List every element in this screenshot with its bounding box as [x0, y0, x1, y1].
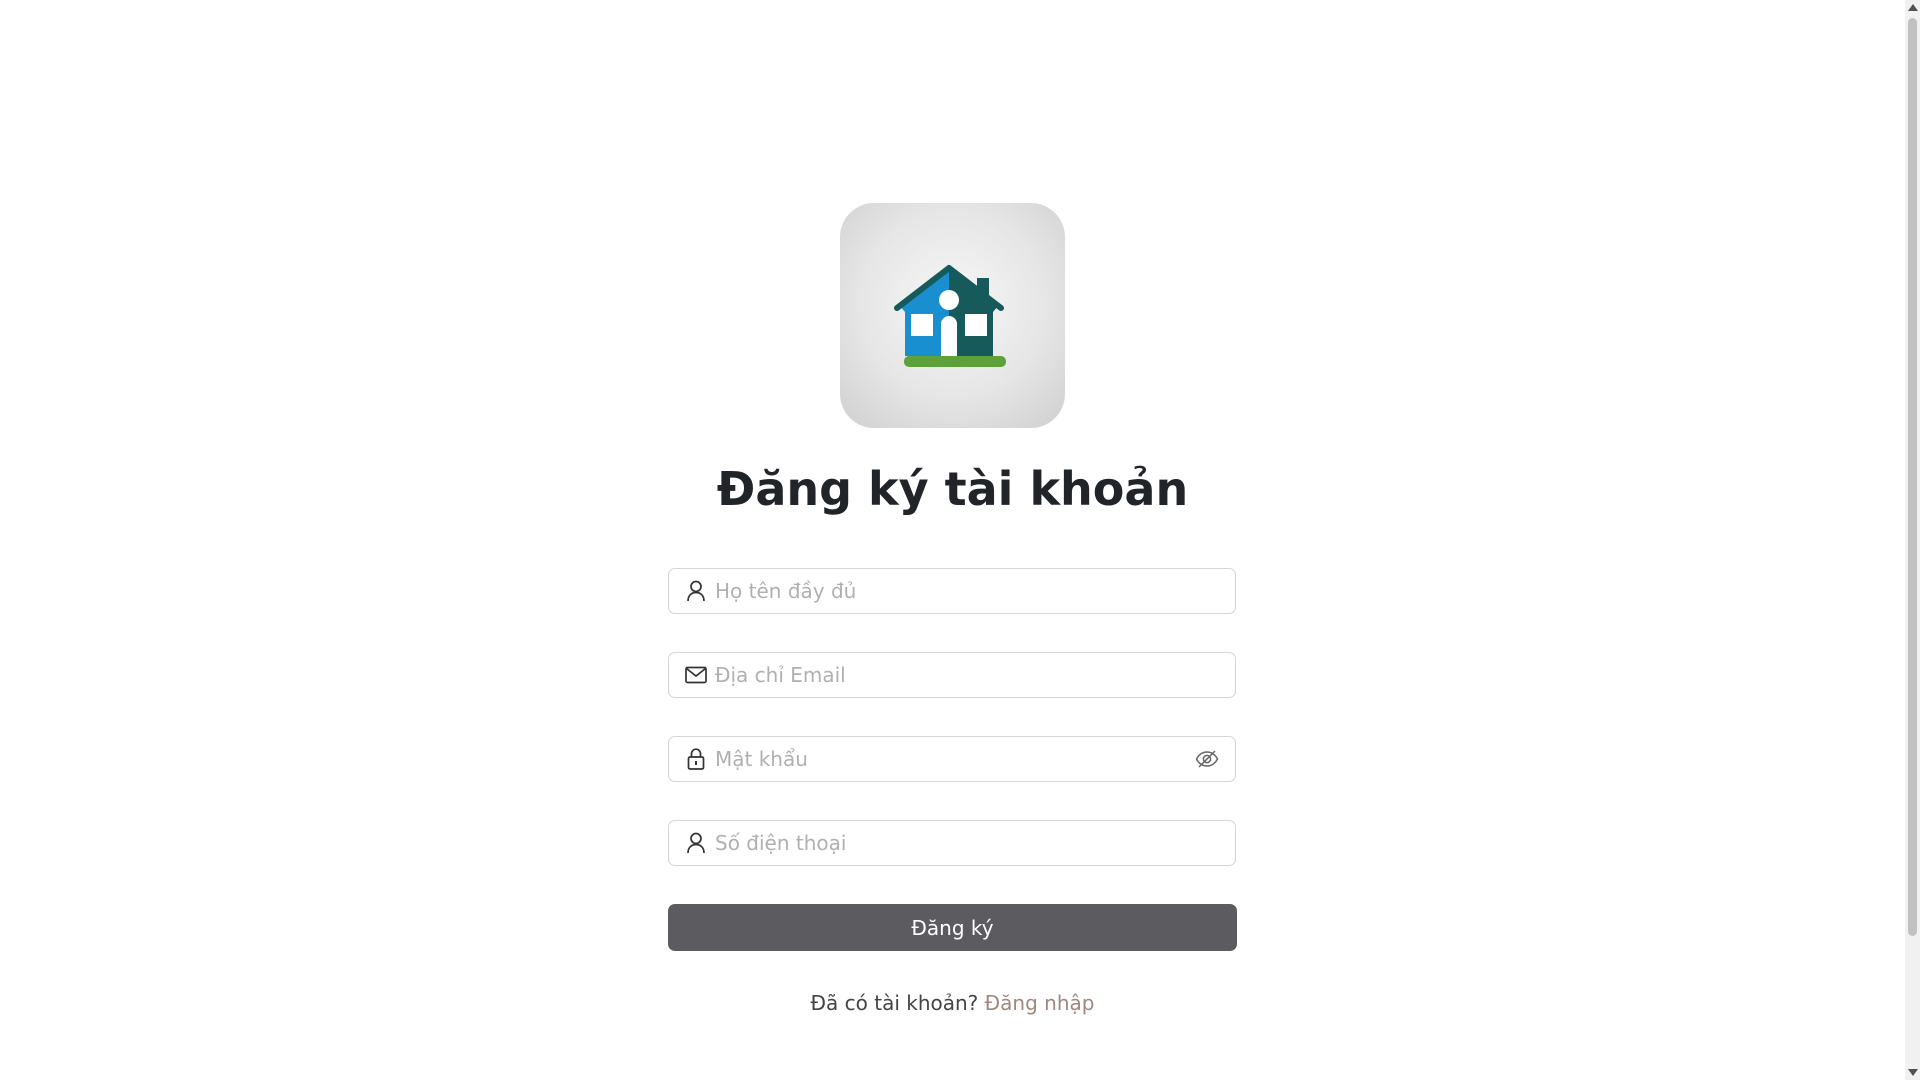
app-logo [840, 203, 1065, 428]
lock-icon [685, 748, 707, 770]
password-input[interactable] [715, 737, 1195, 781]
scroll-down-icon[interactable] [1908, 1069, 1918, 1076]
register-button[interactable]: Đăng ký [668, 904, 1237, 951]
vertical-scrollbar[interactable] [1905, 0, 1920, 1080]
scroll-thumb[interactable] [1908, 18, 1917, 936]
full-name-input[interactable] [715, 569, 1235, 613]
phone-field[interactable] [668, 820, 1236, 866]
phone-input[interactable] [715, 821, 1235, 865]
login-prompt-text: Đã có tài khoản? [810, 991, 985, 1015]
mail-icon [685, 664, 707, 686]
login-prompt: Đã có tài khoản? Đăng nhập [0, 991, 1905, 1015]
user-icon [685, 580, 707, 602]
eye-off-icon[interactable] [1195, 747, 1219, 771]
user-icon [685, 832, 707, 854]
password-field[interactable] [668, 736, 1236, 782]
scroll-up-icon[interactable] [1908, 4, 1918, 11]
login-link[interactable]: Đăng nhập [985, 991, 1095, 1015]
house-icon [893, 264, 1006, 367]
register-page: Đăng ký tài khoản Họ tên đầy đủ Địa chỉ … [0, 0, 1920, 1080]
email-input[interactable] [715, 653, 1235, 697]
email-field[interactable] [668, 652, 1236, 698]
page-title: Đăng ký tài khoản [716, 462, 1189, 516]
full-name-field[interactable] [668, 568, 1236, 614]
